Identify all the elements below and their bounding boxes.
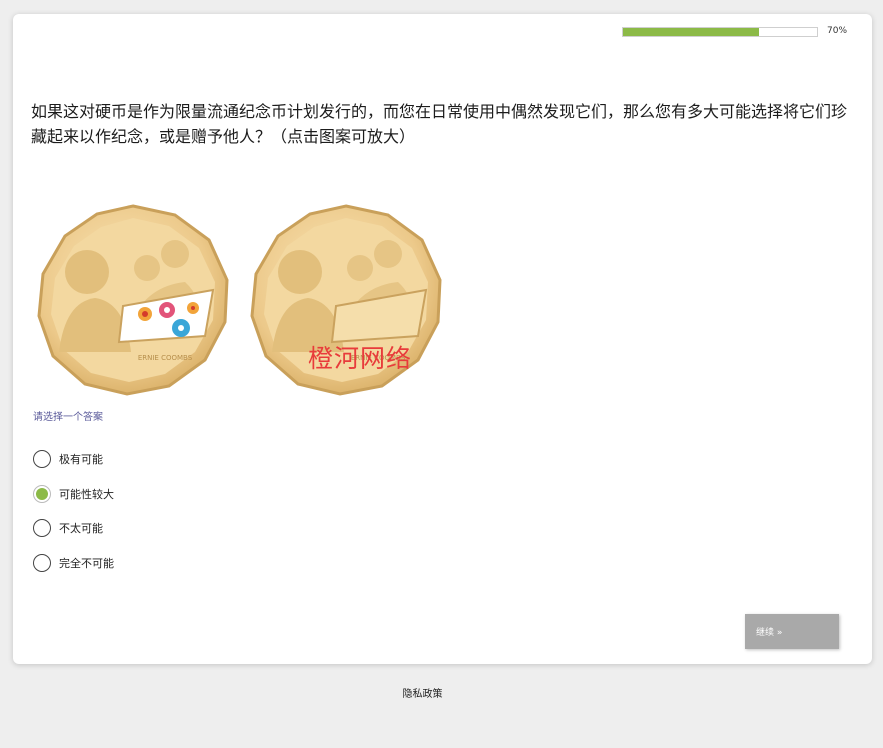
coin-inscription: ERNIE COOMBS: [138, 354, 193, 362]
option-likely[interactable]: 可能性较大: [33, 483, 114, 505]
progress-label: 70%: [827, 26, 848, 36]
continue-button[interactable]: 继续 »: [745, 614, 839, 649]
survey-card: 70% 如果这对硬币是作为限量流通纪念币计划发行的，而您在日常使用中偶然发现它们…: [13, 14, 872, 664]
watermark-text: 橙河网络: [308, 344, 413, 373]
radio-button[interactable]: [33, 450, 51, 468]
progress-bar: [622, 27, 818, 37]
radio-button-selected[interactable]: [33, 485, 51, 503]
privacy-policy-link[interactable]: 隐私政策: [0, 685, 845, 700]
option-label: 极有可能: [59, 453, 103, 466]
option-extremely-likely[interactable]: 极有可能: [33, 448, 103, 470]
radio-button[interactable]: [33, 519, 51, 537]
question-text: 如果这对硬币是作为限量流通纪念币计划发行的，而您在日常使用中偶然发现它们，那么您…: [31, 102, 848, 146]
progress-fill: [623, 28, 759, 36]
radio-button[interactable]: [33, 554, 51, 572]
option-not-at-all-likely[interactable]: 完全不可能: [33, 552, 114, 574]
coin-image-colored[interactable]: ERNIE COOMBS: [35, 202, 231, 402]
option-unlikely[interactable]: 不太可能: [33, 517, 103, 539]
option-label: 可能性较大: [59, 488, 114, 501]
instruction-text: 请选择一个答案: [33, 412, 103, 423]
radio-dot: [36, 488, 48, 500]
option-label: 完全不可能: [59, 557, 114, 570]
option-label: 不太可能: [59, 522, 103, 535]
